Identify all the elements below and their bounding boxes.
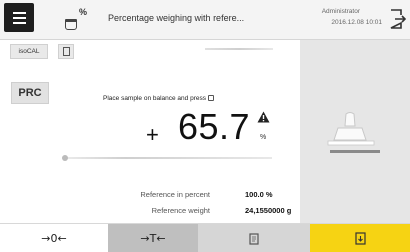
hamburger-menu-icon[interactable] xyxy=(4,3,34,32)
page-title: Percentage weighing with refere... xyxy=(108,13,245,23)
weight-unit: % xyxy=(260,134,267,141)
info-line xyxy=(205,48,273,50)
isocal-button[interactable]: isoCAL xyxy=(10,44,48,59)
weight-value: 65.7 xyxy=(178,106,251,147)
print-button[interactable] xyxy=(198,224,310,252)
tare-button[interactable]: →T← xyxy=(108,224,198,252)
weighing-progress-bar xyxy=(62,155,272,161)
document-icon[interactable] xyxy=(58,44,74,59)
prc-button[interactable]: PRC xyxy=(11,82,49,104)
instruction-label: Place sample on balance and press xyxy=(103,95,206,102)
balance-icon xyxy=(327,112,380,153)
ok-key-icon xyxy=(207,95,214,101)
transfer-icon xyxy=(354,232,366,245)
percent-weighing-icon: % xyxy=(63,7,93,32)
document-icon xyxy=(249,232,259,245)
exit-icon[interactable] xyxy=(388,8,406,30)
side-panel xyxy=(300,40,410,223)
zero-button[interactable]: →0← xyxy=(0,224,108,252)
tare-label: →T← xyxy=(140,232,166,245)
warning-icon xyxy=(257,111,270,123)
date-time: 2016.12.08 10:01 xyxy=(331,19,382,26)
header-bar: % Percentage weighing with refere... Adm… xyxy=(0,0,410,40)
reference-weight-label: Reference weight xyxy=(151,206,210,215)
toolbar: isoCAL xyxy=(0,40,300,62)
zero-label: →0← xyxy=(41,232,67,245)
reference-percent-label: Reference in percent xyxy=(140,190,210,199)
instruction-text: Place sample on balance and press xyxy=(103,95,214,102)
user-name: Administrator xyxy=(321,8,360,15)
bottom-bar: →0← →T← xyxy=(0,223,410,252)
reference-weight-value: 24,1550000 g xyxy=(245,206,292,215)
weight-sign: + xyxy=(146,122,159,147)
reference-percent-value: 100.0 % xyxy=(245,190,273,199)
transfer-button[interactable] xyxy=(310,224,410,252)
progress-knob xyxy=(62,155,68,161)
